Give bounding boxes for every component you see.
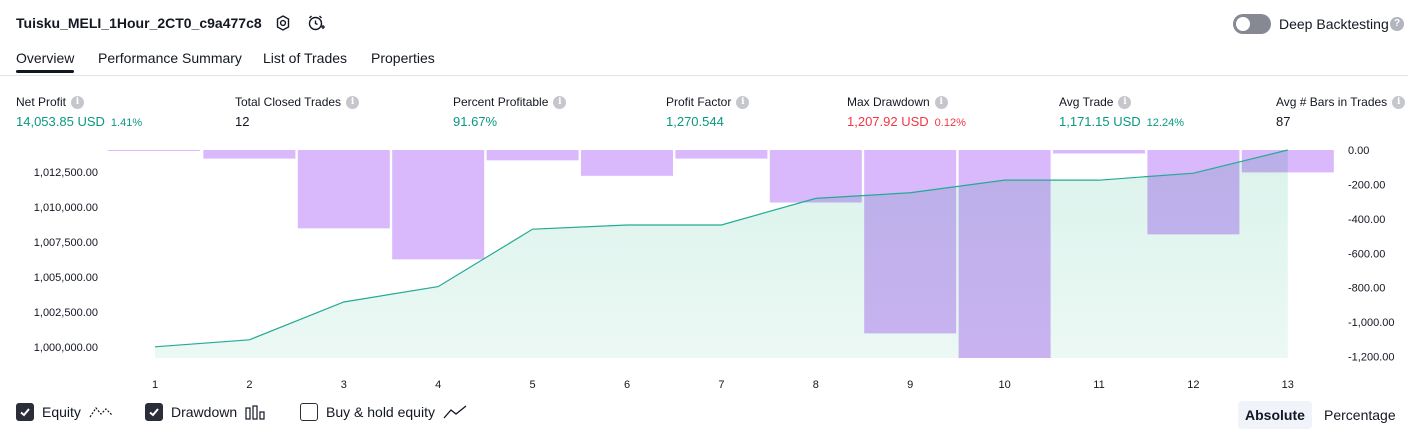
- stat-value: 1,171.15 USD: [1059, 114, 1141, 129]
- info-icon[interactable]: i: [1118, 95, 1132, 109]
- left-axis-tick: 1,002,500.00: [34, 307, 98, 319]
- x-axis-tick: 11: [1093, 379, 1104, 391]
- buy-hold-checkbox[interactable]: [300, 403, 318, 421]
- add-alert-icon[interactable]: [306, 13, 326, 33]
- drawdown-bar: [297, 150, 390, 229]
- left-axis-tick: 1,007,500.00: [34, 237, 98, 249]
- stat-label: Avg Trade: [1059, 95, 1114, 109]
- stat-profit-factor: Profit Factor i 1,270.544: [666, 94, 750, 129]
- stat-value: 12: [235, 114, 250, 129]
- equity-checkbox[interactable]: [16, 403, 34, 421]
- stat-avg-trade: Avg Trade i 1,171.15 USD 12.24%: [1059, 94, 1184, 129]
- legend-buy-hold-equity[interactable]: Buy & hold equity: [300, 403, 467, 421]
- stat-percent-profitable: Percent Profitable i 91.67%: [453, 94, 567, 129]
- settings-icon[interactable]: [273, 13, 293, 33]
- x-axis-tick: 7: [718, 379, 724, 391]
- drawdown-bar: [203, 150, 296, 159]
- stat-percent: 12.24%: [1146, 117, 1184, 129]
- tab-list-of-trades[interactable]: List of Trades: [263, 50, 347, 66]
- drawdown-bar: [675, 150, 768, 159]
- stat-total-closed-trades: Total Closed Trades i 12: [235, 94, 360, 129]
- buy-hold-label: Buy & hold equity: [326, 404, 435, 420]
- stat-value: 91.67%: [453, 114, 498, 129]
- x-axis-tick: 1: [152, 379, 158, 391]
- drawdown-label: Drawdown: [171, 404, 238, 420]
- legend-drawdown[interactable]: Drawdown: [145, 403, 267, 421]
- bar-chart-icon: [245, 405, 265, 420]
- x-axis-tick: 5: [530, 379, 536, 391]
- equity-drawdown-chart: 1,000,000.00 1,002,500.00 1,005,000.00 1,00…: [34, 145, 1395, 391]
- x-axis-tick: 10: [998, 379, 1010, 391]
- left-axis-tick: 1,000,000.00: [34, 342, 98, 354]
- drawdown-checkbox[interactable]: [145, 403, 163, 421]
- help-icon[interactable]: ?: [1390, 17, 1404, 31]
- drawdown-bar: [392, 150, 485, 260]
- percentage-button[interactable]: Percentage: [1317, 401, 1403, 429]
- deep-backtesting-toggle[interactable]: [1233, 14, 1271, 34]
- info-icon[interactable]: i: [934, 95, 948, 109]
- deep-backtesting-label: Deep Backtesting: [1279, 16, 1389, 32]
- drawdown-bar: [581, 150, 673, 176]
- x-axis-tick: 6: [624, 379, 630, 391]
- tab-performance-summary[interactable]: Performance Summary: [98, 50, 242, 66]
- stat-value: 14,053.85 USD: [16, 114, 105, 129]
- equity-line-icon: [89, 406, 113, 418]
- info-icon[interactable]: i: [1392, 95, 1406, 109]
- stat-max-drawdown: Max Drawdown i 1,207.92 USD 0.12%: [847, 94, 966, 129]
- info-icon[interactable]: i: [71, 95, 85, 109]
- left-axis-tick: 1,012,500.00: [34, 167, 98, 179]
- strategy-title: Tuisku_MELI_1Hour_2CT0_c9a477c8: [16, 15, 262, 31]
- stat-net-profit: Net Profit i 14,053.85 USD 1.41%: [16, 94, 142, 129]
- x-axis-tick: 4: [435, 379, 441, 391]
- stat-label: Percent Profitable: [453, 95, 549, 109]
- x-axis-tick: 9: [907, 379, 913, 391]
- stat-label: Net Profit: [16, 95, 67, 109]
- info-icon[interactable]: i: [736, 95, 750, 109]
- stat-label: Avg # Bars in Trades: [1276, 95, 1388, 109]
- right-axis-tick: -800.00: [1348, 283, 1385, 295]
- x-axis-tick: 13: [1282, 379, 1294, 391]
- equity-label: Equity: [42, 404, 81, 420]
- right-axis-tick: -400.00: [1348, 214, 1385, 226]
- info-icon[interactable]: i: [553, 95, 567, 109]
- x-axis-tick: 3: [341, 379, 347, 391]
- legend-equity[interactable]: Equity: [16, 403, 113, 421]
- stat-value: 1,270.544: [666, 114, 724, 129]
- x-axis-tick: 8: [813, 379, 819, 391]
- stat-value: 1,207.92 USD: [847, 114, 929, 129]
- stat-value: 87: [1276, 114, 1291, 129]
- left-axis-tick: 1,010,000.00: [34, 202, 98, 214]
- right-axis-tick: 0.00: [1348, 145, 1369, 157]
- right-axis-tick: -1,200.00: [1348, 352, 1394, 364]
- toggle-knob: [1236, 17, 1250, 31]
- tab-overview[interactable]: Overview: [16, 50, 75, 73]
- tab-properties[interactable]: Properties: [371, 50, 435, 66]
- drawdown-bar: [486, 150, 579, 161]
- stat-label: Max Drawdown: [847, 95, 930, 109]
- stat-label: Profit Factor: [666, 95, 732, 109]
- stat-percent: 1.41%: [110, 117, 143, 129]
- tab-bar: Overview Performance Summary List of Tra…: [0, 46, 1408, 76]
- stat-percent: 0.12%: [934, 117, 966, 129]
- right-axis-tick: -1,000.00: [1348, 317, 1394, 329]
- x-axis-tick: 12: [1187, 379, 1199, 391]
- line-chart-icon: [443, 405, 467, 419]
- drawdown-bar: [1053, 150, 1145, 154]
- right-axis-tick: -600.00: [1348, 248, 1385, 260]
- absolute-button[interactable]: Absolute: [1238, 401, 1312, 429]
- drawdown-bar: [108, 150, 200, 151]
- right-axis-tick: -200.00: [1348, 179, 1385, 191]
- stat-label: Total Closed Trades: [235, 95, 342, 109]
- header: Tuisku_MELI_1Hour_2CT0_c9a477c8 Deep Bac…: [0, 0, 1424, 46]
- info-icon[interactable]: i: [346, 95, 360, 109]
- drawdown-bar: [769, 150, 862, 203]
- left-axis-tick: 1,005,000.00: [34, 272, 98, 284]
- x-axis-tick: 2: [246, 379, 252, 391]
- stat-avg-bars-in-trades: Avg # Bars in Trades i 87: [1276, 94, 1406, 129]
